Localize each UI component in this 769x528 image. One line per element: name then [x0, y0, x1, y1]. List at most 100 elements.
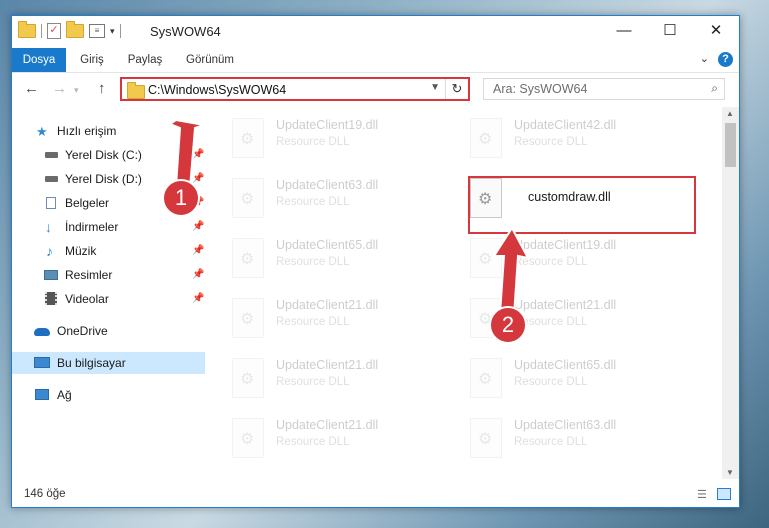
pin-icon[interactable]: 📌 — [192, 144, 204, 166]
sidebar-item-this-pc[interactable]: Bu bilgisayar — [12, 352, 205, 374]
sidebar-item-label: Bu bilgisayar — [57, 356, 126, 370]
file-item[interactable]: UpdateClient65.dll Resource DLL — [232, 234, 442, 284]
tab-dosya[interactable]: Dosya — [12, 48, 66, 72]
ribbon-expand-icon[interactable]: ⌄ — [700, 52, 709, 65]
file-name: UpdateClient21.dll — [514, 298, 617, 312]
file-item[interactable]: UpdateClient19.dll Resource DLL — [470, 234, 680, 284]
sidebar-item-label: Videolar — [65, 292, 109, 306]
file-item[interactable]: UpdateClient21.dll Resource DLL — [232, 354, 442, 404]
properties-check-icon[interactable]: ✓ — [47, 23, 61, 39]
pin-icon[interactable]: 📌 — [192, 240, 204, 262]
recent-dropdown-icon[interactable]: ▾ — [74, 85, 79, 96]
qat-dropdown-icon[interactable]: ▾ — [110, 26, 115, 37]
sidebar-item-label: Yerel Disk (D:) — [65, 172, 142, 186]
item-count: 146 öğe — [24, 488, 66, 500]
file-item[interactable]: UpdateClient65.dll Resource DLL — [470, 354, 680, 404]
step-badge-1: 1 — [162, 179, 200, 217]
file-type: Resource DLL — [514, 136, 588, 148]
file-item[interactable]: UpdateClient63.dll Resource DLL — [470, 414, 680, 464]
pin-icon[interactable]: 📌 — [192, 216, 204, 238]
sidebar-item-label: İndirmeler — [65, 220, 119, 234]
address-dropdown-icon[interactable]: ▼ — [430, 82, 440, 93]
customize-icon[interactable]: ≡ — [89, 24, 105, 38]
sidebar-item-onedrive[interactable]: OneDrive — [12, 320, 205, 342]
file-type: Resource DLL — [514, 376, 588, 388]
sidebar-item-label: Belgeler — [65, 196, 110, 210]
sidebar-item-disk-c[interactable]: Yerel Disk (C:) 📌 — [12, 144, 205, 166]
sidebar-item-videos[interactable]: Videolar 📌 — [12, 288, 205, 310]
computer-icon — [34, 357, 50, 368]
file-name: UpdateClient19.dll — [276, 118, 379, 132]
folder-icon — [127, 82, 145, 99]
new-folder-icon[interactable] — [66, 21, 84, 38]
search-placeholder[interactable]: Ara: SysWOW64 — [493, 82, 587, 96]
ribbon-tabs: Dosya Giriş Paylaş Görünüm ⌄ ? — [12, 48, 739, 73]
file-type: Resource DLL — [276, 436, 350, 448]
tab-gorunum[interactable]: Görünüm — [180, 48, 240, 72]
details-view-icon[interactable]: ☰ — [697, 488, 711, 501]
file-name: UpdateClient65.dll — [276, 238, 379, 252]
large-icons-view-icon[interactable] — [717, 488, 731, 500]
music-icon: ♪ — [46, 243, 53, 259]
pin-icon[interactable]: 📌 — [192, 288, 204, 310]
document-icon — [46, 197, 56, 209]
file-type: Resource DLL — [276, 196, 350, 208]
forward-button[interactable]: → — [52, 80, 67, 97]
scroll-thumb[interactable] — [725, 123, 736, 167]
scroll-up-icon[interactable]: ▲ — [726, 109, 734, 118]
file-item[interactable]: UpdateClient19.dll Resource DLL — [232, 114, 442, 164]
help-icon[interactable]: ? — [718, 52, 733, 67]
drive-icon — [45, 176, 58, 182]
file-name: UpdateClient63.dll — [514, 418, 617, 432]
file-type: Resource DLL — [276, 376, 350, 388]
file-type: Resource DLL — [276, 136, 350, 148]
scroll-down-icon[interactable]: ▼ — [726, 468, 734, 477]
file-list: UpdateClient19.dll Resource DLL UpdateCl… — [208, 106, 720, 478]
refresh-button[interactable]: ↻ — [445, 79, 468, 99]
file-name: UpdateClient19.dll — [514, 238, 617, 252]
sidebar-item-label: Müzik — [65, 244, 97, 258]
window-title: SysWOW64 — [150, 24, 221, 39]
search-icon[interactable]: ⌕ — [711, 81, 718, 96]
file-type: Resource DLL — [276, 256, 350, 268]
file-type: Resource DLL — [514, 436, 588, 448]
sidebar-item-pictures[interactable]: Resimler 📌 — [12, 264, 205, 286]
pin-icon[interactable]: 📌 — [192, 264, 204, 286]
network-icon — [35, 389, 49, 400]
file-type: Resource DLL — [276, 316, 350, 328]
up-button[interactable]: ↑ — [98, 80, 106, 97]
file-name: UpdateClient21.dll — [276, 298, 379, 312]
sidebar-item-label: Ağ — [57, 388, 72, 402]
vertical-scrollbar[interactable]: ▲ ▼ — [722, 107, 739, 479]
close-button[interactable]: ✕ — [693, 16, 739, 46]
tab-paylas[interactable]: Paylaş — [120, 48, 170, 72]
sidebar-item-music[interactable]: ♪ Müzik 📌 — [12, 240, 205, 262]
dll-file-icon — [232, 358, 264, 398]
file-item[interactable]: UpdateClient63.dll Resource DLL — [232, 174, 442, 224]
back-button[interactable]: ← — [24, 80, 39, 97]
address-path[interactable]: C:\Windows\SysWOW64 — [148, 83, 286, 97]
folder-icon[interactable] — [18, 21, 36, 38]
download-icon: ↓ — [45, 219, 52, 235]
dll-file-icon — [470, 418, 502, 458]
file-item[interactable]: UpdateClient21.dll Resource DLL — [232, 294, 442, 344]
sidebar-item-label: Yerel Disk (C:) — [65, 148, 142, 162]
star-icon: ★ — [36, 124, 48, 139]
file-name: UpdateClient21.dll — [276, 418, 379, 432]
navigation-pane: ★ Hızlı erişim Yerel Disk (C:) 📌 Yerel D… — [12, 112, 205, 472]
file-name: UpdateClient63.dll — [276, 178, 379, 192]
sidebar-item-downloads[interactable]: ↓ İndirmeler 📌 — [12, 216, 205, 238]
sidebar-item-network[interactable]: Ağ — [12, 384, 205, 406]
minimize-button[interactable]: — — [601, 16, 647, 46]
file-explorer-window: ✓ ≡ ▾ SysWOW64 — ☐ ✕ Dosya Giriş Paylaş … — [11, 15, 740, 508]
search-box[interactable]: Ara: SysWOW64 ⌕ — [483, 78, 725, 100]
pictures-icon — [44, 270, 58, 280]
dll-file-icon — [470, 358, 502, 398]
maximize-button[interactable]: ☐ — [647, 16, 693, 46]
file-item[interactable]: UpdateClient21.dll Resource DLL — [232, 414, 442, 464]
file-item[interactable]: UpdateClient42.dll Resource DLL — [470, 114, 680, 164]
sidebar-item-quick-access[interactable]: ★ Hızlı erişim — [12, 120, 205, 142]
file-name: UpdateClient21.dll — [276, 358, 379, 372]
tab-giris[interactable]: Giriş — [72, 48, 112, 72]
address-bar[interactable]: C:\Windows\SysWOW64 ▼ ↻ — [120, 77, 470, 101]
